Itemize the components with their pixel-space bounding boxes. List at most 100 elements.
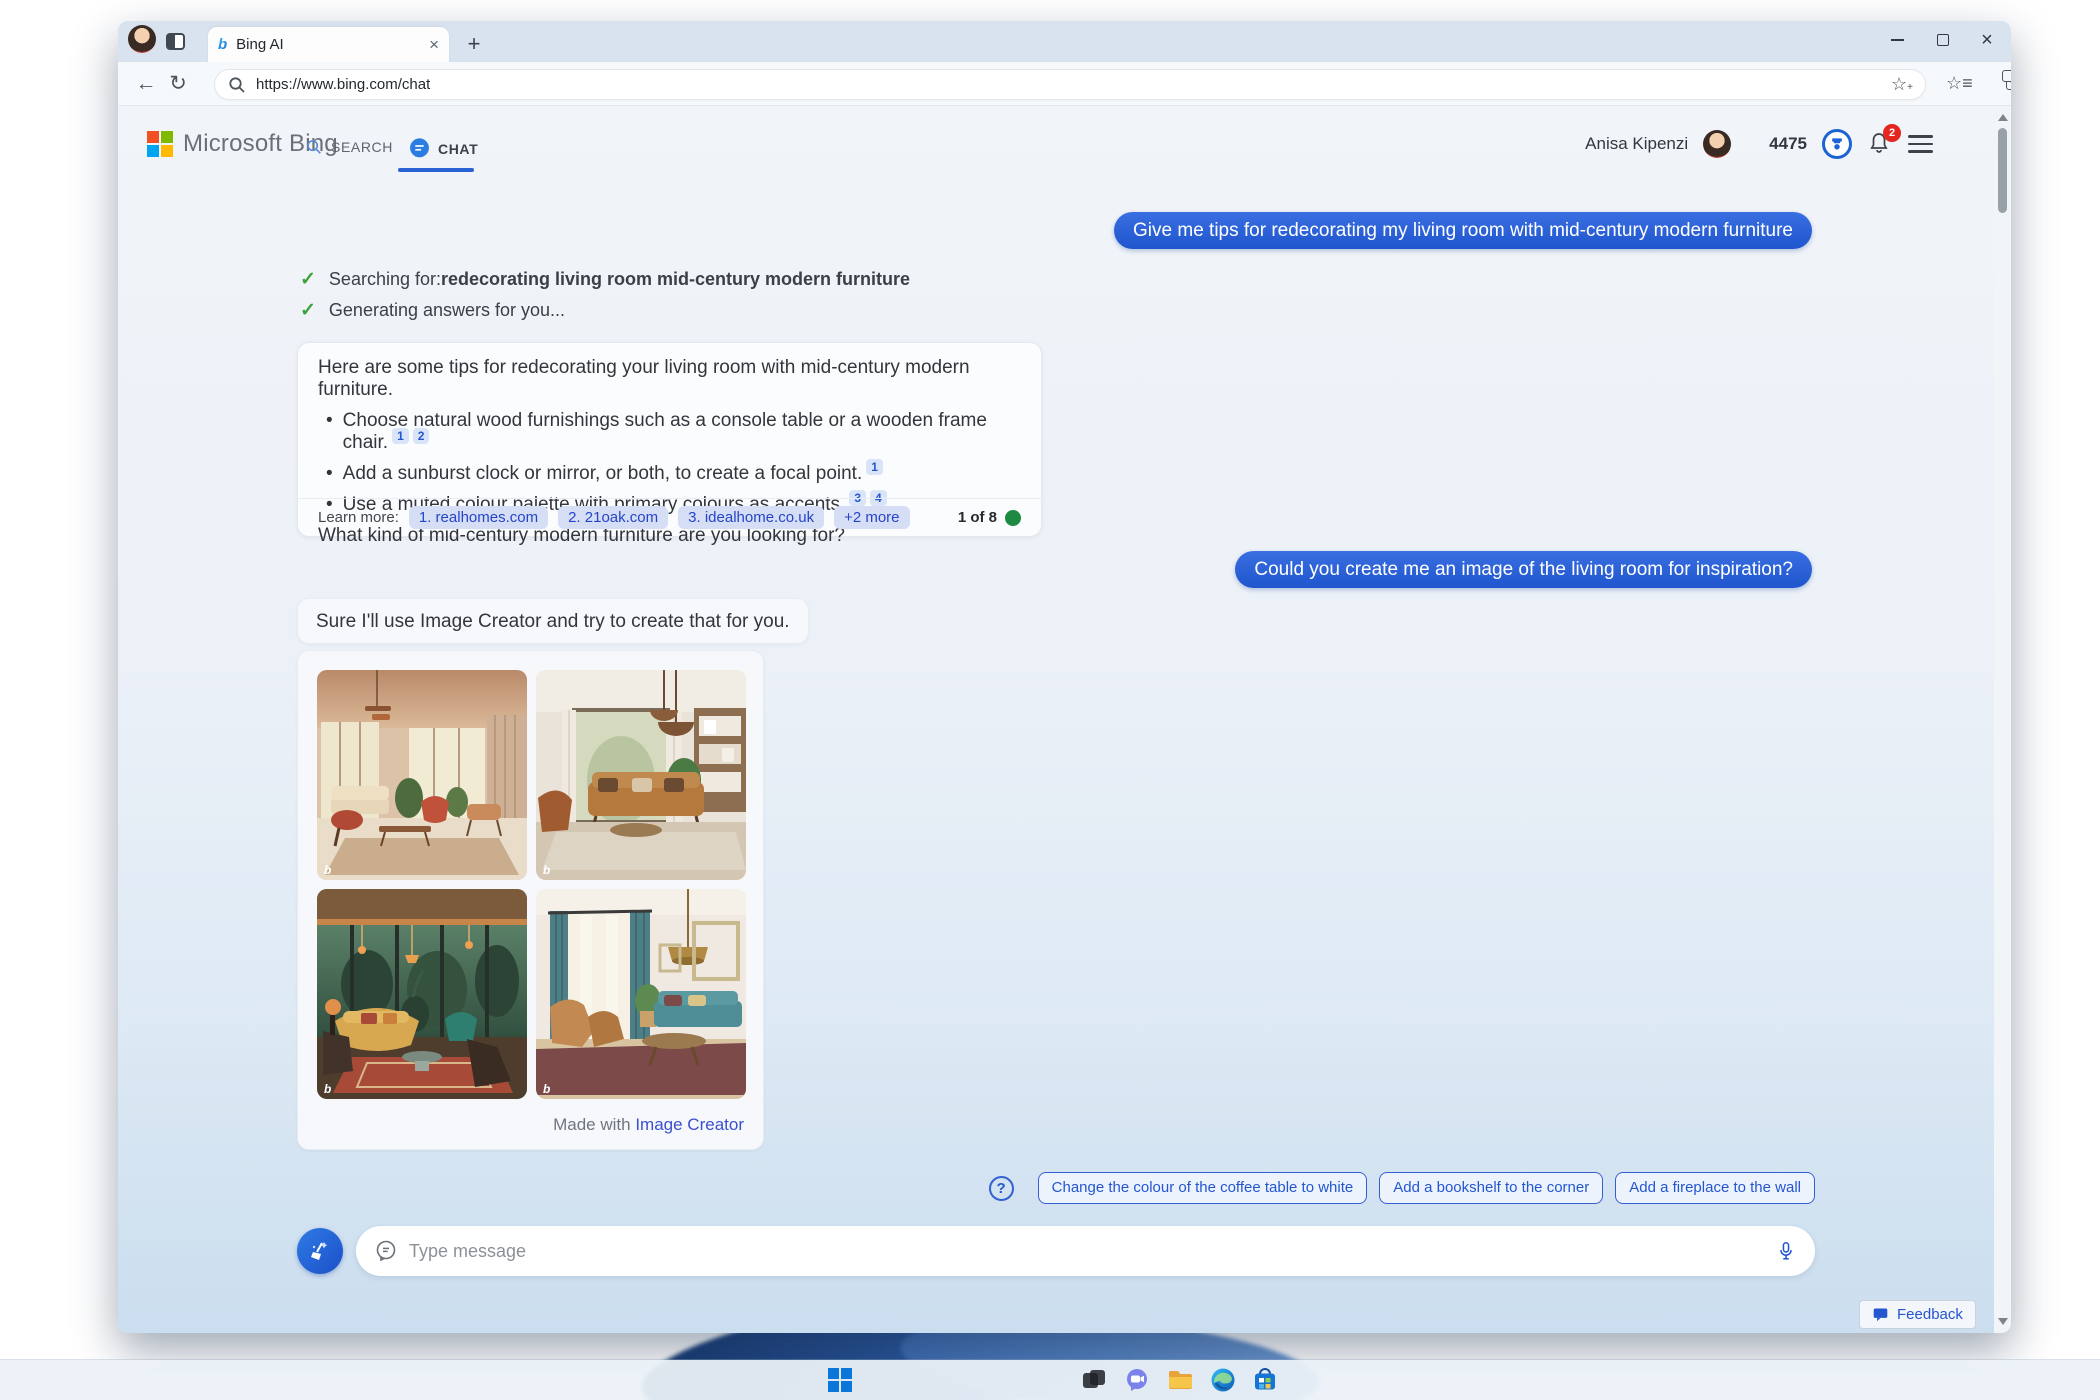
bing-favicon: b (218, 36, 227, 53)
source-link[interactable]: 2. 21oak.com (558, 506, 668, 529)
tab-search[interactable]: SEARCH (305, 138, 393, 156)
feedback-bubble-icon (1872, 1306, 1889, 1323)
status-generating-text: Generating answers for you... (329, 300, 565, 321)
user-message-2: Could you create me an image of the livi… (1235, 551, 1812, 588)
scroll-down-icon[interactable] (1998, 1318, 2008, 1325)
svg-text:b: b (324, 1082, 331, 1096)
browser-titlebar: b Bing AI × + × (118, 21, 2011, 62)
favorites-icon[interactable]: ☆≡ (1946, 73, 1973, 94)
maximize-button[interactable] (1921, 21, 1965, 59)
page-scrollbar[interactable] (1994, 106, 2011, 1333)
suggestion-chip[interactable]: Add a bookshelf to the corner (1379, 1172, 1603, 1204)
tab-chat-label: CHAT (438, 141, 478, 157)
scroll-up-icon[interactable] (1998, 114, 2008, 121)
generated-image-3[interactable]: b (317, 889, 527, 1099)
user-avatar[interactable] (1703, 130, 1731, 158)
message-input[interactable] (409, 1241, 1775, 1262)
help-icon[interactable]: ? (989, 1176, 1014, 1201)
citation-link[interactable]: 2 (413, 428, 430, 444)
answer-bullet: Choose natural wood furnishings such as … (318, 410, 1021, 454)
feedback-label: Feedback (1897, 1306, 1963, 1323)
more-sources-link[interactable]: +2 more (834, 506, 909, 529)
generated-image-1[interactable]: b (317, 670, 527, 880)
citation-link[interactable]: 1 (866, 459, 883, 475)
answer-card: Here are some tips for redecorating your… (297, 342, 1042, 537)
chat-bubble-icon (409, 138, 430, 159)
tab-search-label: SEARCH (331, 139, 393, 155)
generated-image-4[interactable]: b (536, 889, 746, 1099)
taskbar: Search b (0, 1360, 2100, 1400)
browser-tab[interactable]: b Bing AI × (208, 27, 449, 62)
refresh-icon[interactable]: ↻ (162, 71, 194, 96)
notification-count-badge: 2 (1883, 124, 1901, 142)
learn-more-label: Learn more: (318, 509, 399, 526)
source-link[interactable]: 1. realhomes.com (409, 506, 548, 529)
search-icon (305, 138, 323, 156)
address-bar[interactable]: https://www.bing.com/chat ☆+ (214, 69, 1926, 100)
header-user-area: Anisa Kipenzi 4475 2 (1585, 129, 1933, 159)
collections-icon[interactable]: + (2006, 74, 2011, 90)
image-creator-link[interactable]: Image Creator (635, 1115, 744, 1134)
microsoft-logo-icon (147, 131, 173, 157)
status-searching-query: redecorating living room mid-century mod… (441, 269, 910, 290)
generated-image-2[interactable]: b (536, 670, 746, 880)
back-icon[interactable]: ← (130, 72, 162, 96)
edge-browser-icon[interactable] (1210, 1367, 1236, 1393)
status-searching-prefix: Searching for: (329, 269, 441, 290)
browser-toolbar: ← ↻ https://www.bing.com/chat ☆+ ☆≡ + ••… (118, 62, 2011, 106)
start-button[interactable] (828, 1368, 854, 1394)
new-tab-button[interactable]: + (462, 32, 486, 56)
image-reply-intro-card: Sure I'll use Image Creator and try to c… (297, 598, 809, 644)
generated-images-card: b (297, 650, 764, 1150)
new-topic-button[interactable] (297, 1228, 343, 1274)
browser-window: b Bing AI × + × ← ↻ https://www.bing.com… (118, 21, 2011, 1333)
check-icon: ✓ (300, 299, 316, 322)
broom-icon (308, 1239, 332, 1263)
citation-link[interactable]: 1 (392, 428, 409, 444)
browser-profile-avatar[interactable] (128, 25, 156, 53)
user-message-1: Give me tips for redecorating my living … (1114, 212, 1812, 249)
user-name[interactable]: Anisa Kipenzi (1585, 134, 1688, 154)
chat-bubble-icon (374, 1239, 398, 1263)
minimize-button[interactable] (1875, 21, 1919, 59)
suggestion-chip[interactable]: Add a fireplace to the wall (1615, 1172, 1815, 1204)
teams-chat-icon[interactable] (1124, 1367, 1150, 1393)
favorite-this-page-icon[interactable]: ☆+ (1891, 74, 1913, 95)
message-input-container[interactable] (356, 1226, 1815, 1276)
status-generating: ✓ Generating answers for you... (300, 299, 565, 322)
status-searching: ✓ Searching for: redecorating living roo… (300, 268, 910, 291)
tab-actions-icon[interactable] (166, 33, 185, 50)
suggestion-chip[interactable]: Change the colour of the coffee table to… (1038, 1172, 1368, 1204)
image-grid: b (317, 670, 744, 1099)
feedback-button[interactable]: Feedback (1859, 1300, 1976, 1329)
svg-text:b: b (543, 863, 550, 877)
microsoft-store-icon[interactable] (1252, 1367, 1278, 1393)
answer-bullet: Add a sunburst clock or mirror, or both,… (318, 463, 1021, 485)
source-link[interactable]: 3. idealhome.co.uk (678, 506, 824, 529)
made-with-caption: Made with Image Creator (553, 1115, 744, 1135)
suggestions-row: ? Change the colour of the coffee table … (989, 1172, 1815, 1204)
chat-tab-underline (398, 168, 474, 172)
answer-pagination: 1 of 8 (958, 509, 997, 526)
svg-text:b: b (543, 1082, 550, 1096)
task-view-icon[interactable] (1081, 1367, 1107, 1393)
close-button[interactable]: × (1965, 21, 2009, 59)
desktop: b Bing AI × + × ← ↻ https://www.bing.com… (0, 0, 2100, 1400)
tab-title: Bing AI (236, 36, 429, 53)
rewards-medal-icon[interactable] (1822, 129, 1852, 159)
hamburger-menu-icon[interactable] (1908, 130, 1933, 157)
tab-close-icon[interactable]: × (429, 36, 439, 53)
microphone-icon[interactable] (1775, 1240, 1797, 1262)
file-explorer-icon[interactable] (1167, 1367, 1193, 1393)
rewards-points[interactable]: 4475 (1769, 134, 1807, 154)
bing-chat-page: Microsoft Bing SEARCH CHAT Anisa Kipenzi… (118, 106, 2011, 1333)
tab-chat[interactable]: CHAT (409, 138, 478, 159)
scrollbar-thumb[interactable] (1998, 128, 2007, 213)
url-text: https://www.bing.com/chat (256, 76, 1891, 93)
svg-text:b: b (324, 863, 331, 877)
answer-footer: Learn more: 1. realhomes.com 2. 21oak.co… (298, 498, 1041, 536)
bullet-text: Add a sunburst clock or mirror, or both,… (343, 463, 863, 484)
notifications-bell[interactable]: 2 (1867, 131, 1893, 157)
status-dot (1005, 510, 1021, 526)
check-icon: ✓ (300, 268, 316, 291)
